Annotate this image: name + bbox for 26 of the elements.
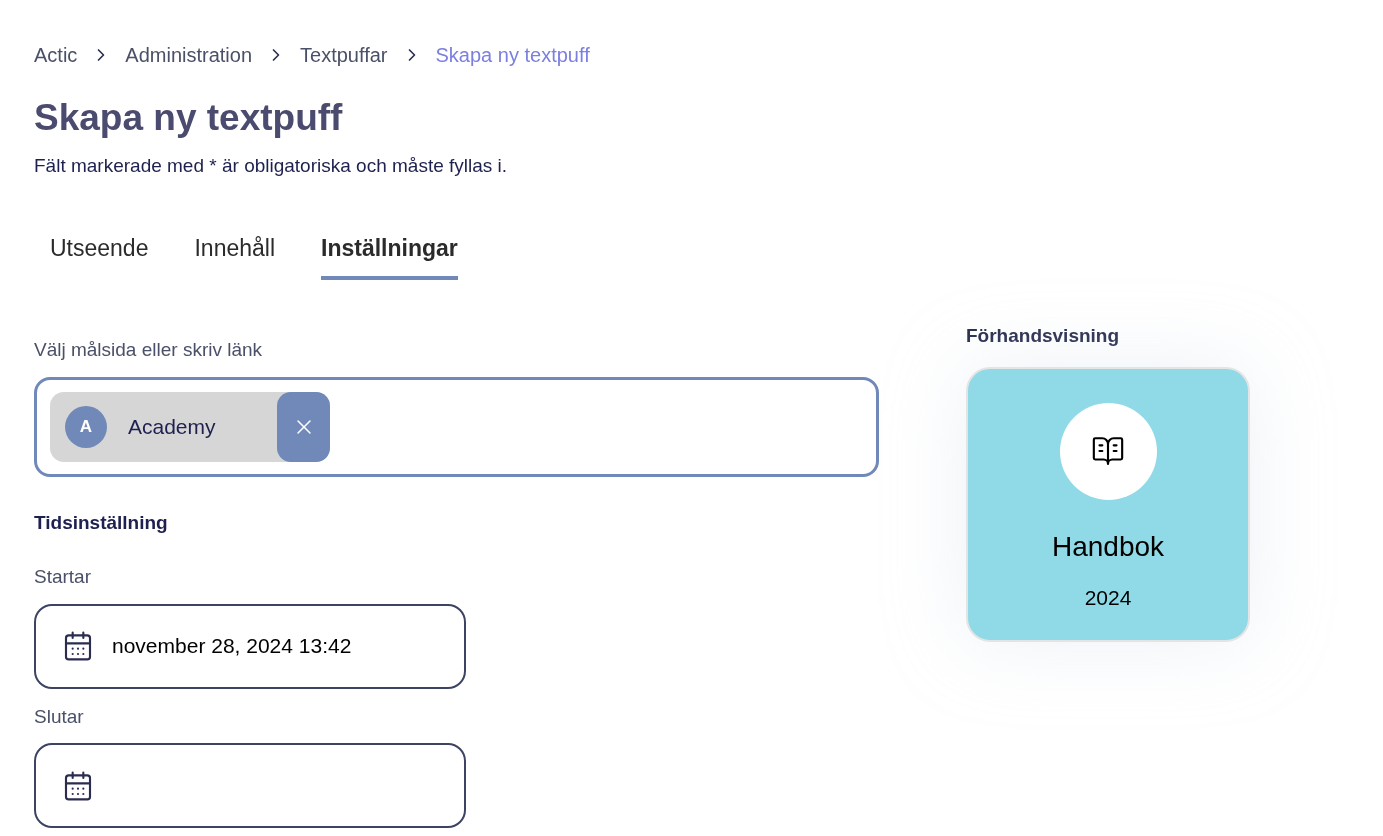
breadcrumb-link[interactable]: Skapa ny textpuff	[435, 40, 590, 70]
date-field[interactable]	[34, 743, 466, 828]
avatar-initial: A	[65, 405, 107, 448]
section-title: Tidsinställning	[34, 510, 169, 535]
remove-button[interactable]	[277, 391, 330, 462]
tab[interactable]: Innehåll	[194, 230, 276, 280]
date-value: november 28, 2024 13:42	[112, 633, 352, 660]
breadcrumb-link[interactable]: Administration	[125, 40, 253, 70]
tab[interactable]: Inställningar	[321, 230, 458, 280]
chip-label: Academy	[128, 413, 217, 440]
calendar-icon	[62, 769, 94, 802]
date-field[interactable]: november 28, 2024 13:42	[34, 603, 466, 689]
required-note: Fält markerade med * är obligatoriska och måste fyllas i.	[34, 154, 509, 178]
calendar-icon	[62, 630, 94, 662]
card-heading: Handbok	[1051, 529, 1165, 564]
breadcrumb-link[interactable]: Textpuffar	[300, 40, 388, 70]
card-subheading: 2024	[1084, 584, 1132, 611]
book-icon	[1091, 434, 1125, 468]
field-label: Startar	[34, 565, 93, 589]
page-title: Skapa ny textpuff	[34, 96, 344, 140]
breadcrumb-link[interactable]: Actic	[34, 40, 78, 70]
target-field[interactable]: A Academy	[34, 376, 879, 477]
field-label: Slutar	[34, 704, 85, 729]
preview-title: Förhandsvisning	[966, 324, 1121, 348]
field-label: Välj målsida eller skriv länk	[34, 338, 264, 362]
tab[interactable]: Utseende	[50, 230, 149, 280]
